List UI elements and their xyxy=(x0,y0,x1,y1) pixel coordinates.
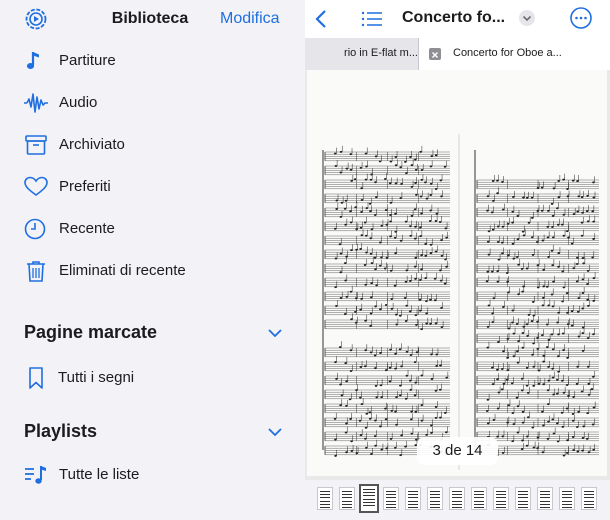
sidebar-item-recente[interactable]: Recente xyxy=(0,209,305,249)
section-title: Pagine marcate xyxy=(24,322,158,342)
sidebar: Biblioteca Modifica Partiture Audio Arch… xyxy=(0,0,305,520)
document-title[interactable]: Concerto fo... xyxy=(402,9,505,27)
bookmark-icon xyxy=(23,366,49,390)
waveform-icon xyxy=(23,91,49,115)
tab-label: Concerto for Oboe a... xyxy=(453,47,562,59)
chevron-down-icon[interactable] xyxy=(266,425,284,439)
page-thumbnail[interactable] xyxy=(383,487,399,510)
sidebar-item-label: Archiviato xyxy=(59,136,125,153)
heart-icon xyxy=(23,175,49,199)
sidebar-item-label: Partiture xyxy=(59,52,116,69)
page-thumbnail[interactable] xyxy=(317,487,333,510)
score-page-image xyxy=(307,70,607,476)
clock-icon xyxy=(23,217,49,241)
document-tab-bar: rio in E-flat m... Concerto for Oboe a..… xyxy=(305,38,610,70)
page-thumbnail[interactable] xyxy=(515,487,531,510)
close-tab-icon[interactable] xyxy=(429,48,441,60)
page-thumbnail[interactable] xyxy=(449,487,465,510)
page-thumbnail[interactable] xyxy=(471,487,487,510)
list-icon[interactable] xyxy=(360,8,384,30)
sidebar-item-label: Recente xyxy=(59,220,115,237)
page-thumbnail[interactable] xyxy=(581,487,597,510)
section-header-playlists[interactable]: Playlists xyxy=(0,416,305,448)
sidebar-item-label: Tutti i segni xyxy=(58,369,135,386)
tab-inactive[interactable]: rio in E-flat m... xyxy=(305,38,419,70)
sidebar-item-tutte-le-liste[interactable]: Tutte le liste xyxy=(0,455,305,495)
tab-label: rio in E-flat m... xyxy=(344,47,418,59)
music-note-icon xyxy=(23,49,49,73)
sidebar-item-label: Preferiti xyxy=(59,178,111,195)
edit-button[interactable]: Modifica xyxy=(220,10,280,28)
sidebar-item-audio[interactable]: Audio xyxy=(0,83,305,123)
sidebar-header: Biblioteca Modifica xyxy=(0,0,305,38)
page-indicator: 3 de 14 xyxy=(417,437,498,465)
playlist-icon xyxy=(23,463,49,487)
page-thumbnail[interactable] xyxy=(493,487,509,510)
sidebar-item-label: Audio xyxy=(59,94,98,111)
sidebar-item-archiviato[interactable]: Archiviato xyxy=(0,125,305,165)
trash-icon xyxy=(23,259,49,283)
sidebar-item-partiture[interactable]: Partiture xyxy=(0,41,305,81)
document-pane: Concerto fo... rio in E-flat m... Concer… xyxy=(305,0,610,520)
page-thumbnail[interactable] xyxy=(359,484,379,513)
page-thumbnail[interactable] xyxy=(405,487,421,510)
sidebar-item-preferiti[interactable]: Preferiti xyxy=(0,167,305,207)
section-title: Playlists xyxy=(24,421,98,441)
back-chevron-icon[interactable] xyxy=(312,8,330,30)
sidebar-item-eliminati[interactable]: Eliminati di recente xyxy=(0,251,305,291)
section-header-bookmarks[interactable]: Pagine marcate xyxy=(0,317,305,349)
sidebar-item-tutti-i-segni[interactable]: Tutti i segni xyxy=(0,358,305,398)
page-thumbnail[interactable] xyxy=(339,487,355,510)
sidebar-item-label: Tutte le liste xyxy=(59,466,140,483)
page-thumbnail[interactable] xyxy=(427,487,443,510)
tab-active[interactable]: Concerto for Oboe a... xyxy=(419,38,610,70)
more-ellipsis-icon[interactable] xyxy=(569,6,593,30)
sidebar-item-label: Eliminati di recente xyxy=(59,262,186,279)
archive-box-icon xyxy=(23,133,49,157)
page-thumbnail[interactable] xyxy=(559,487,575,510)
chevron-down-icon[interactable] xyxy=(266,326,284,340)
page-thumbnail-strip[interactable] xyxy=(305,480,610,520)
page-thumbnail[interactable] xyxy=(537,487,553,510)
score-page-view[interactable] xyxy=(305,70,610,480)
title-dropdown-chevron-icon[interactable] xyxy=(518,9,536,27)
document-toolbar: Concerto fo... xyxy=(305,0,610,38)
